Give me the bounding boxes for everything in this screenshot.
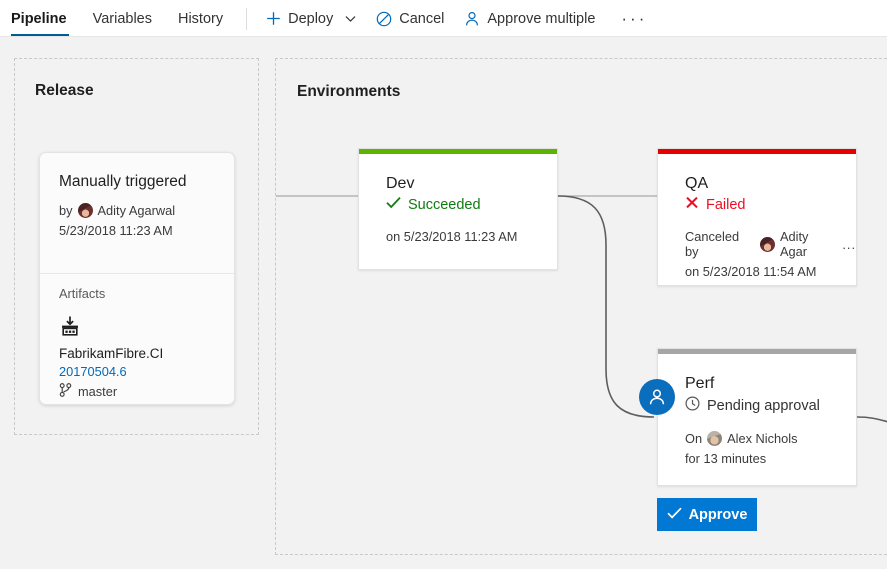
environment-card-perf[interactable]: Perf Pending approval On Alex Nichols fo… (657, 348, 857, 486)
release-panel: Release Manually triggered by Adity Agar… (14, 58, 259, 435)
tab-variables-label: Variables (93, 11, 152, 27)
perf-status-text: Pending approval (707, 398, 820, 414)
top-toolbar: Pipeline Variables History Deploy Cancel (0, 0, 887, 37)
perf-status-row: Pending approval (685, 396, 856, 415)
approve-button[interactable]: Approve (657, 498, 757, 531)
person-icon (647, 387, 667, 407)
qa-status-row: Failed (685, 196, 856, 213)
cancel-label: Cancel (399, 11, 444, 27)
build-artifact-icon (59, 315, 218, 342)
environments-panel: Environments Dev Succeeded on 5/23/2018 … (275, 58, 887, 555)
release-trigger-title: Manually triggered (59, 173, 215, 191)
approve-multiple-label: Approve multiple (487, 11, 595, 27)
artifact-branch-row: master (59, 383, 218, 400)
release-artifacts-section: Artifacts FabrikamFibre.CI 20170504.6 (59, 286, 218, 400)
artifacts-label: Artifacts (59, 286, 218, 301)
by-label: by (59, 203, 73, 218)
plus-icon (266, 11, 281, 26)
avatar-alex-nichols (707, 431, 722, 446)
dev-status-row: Succeeded (386, 196, 557, 213)
dev-name: Dev (386, 175, 557, 193)
release-user-name: Adity Agarwal (98, 203, 176, 218)
cancel-button[interactable]: Cancel (366, 0, 454, 37)
artifact-version-link[interactable]: 20170504.6 (59, 364, 127, 379)
perf-pending-on-row: On Alex Nichols (685, 431, 856, 446)
clock-icon (685, 396, 700, 415)
qa-canceled-prefix: Canceled by (685, 229, 755, 259)
perf-status-bar (658, 349, 856, 354)
perf-name: Perf (685, 375, 856, 393)
more-options-button[interactable]: ··· (609, 0, 659, 37)
dev-card-content: Dev Succeeded on 5/23/2018 11:23 AM (359, 149, 557, 244)
release-card-divider (40, 273, 234, 274)
deploy-label: Deploy (288, 11, 333, 27)
branch-name: master (78, 384, 117, 399)
perf-card-content: Perf Pending approval On Alex Nichols fo… (658, 349, 856, 466)
dev-timestamp: on 5/23/2018 11:23 AM (386, 229, 557, 244)
perf-duration: for 13 minutes (685, 451, 856, 466)
perf-approver-name: Alex Nichols (727, 431, 797, 446)
tab-variables[interactable]: Variables (80, 0, 165, 37)
x-icon (685, 196, 699, 213)
branch-icon (59, 383, 72, 400)
environment-card-dev[interactable]: Dev Succeeded on 5/23/2018 11:23 AM (358, 148, 558, 270)
qa-name: QA (685, 175, 856, 193)
approve-button-label: Approve (689, 507, 748, 523)
artifact-name: FabrikamFibre.CI (59, 346, 218, 361)
qa-user-name: Adity Agar (780, 229, 837, 259)
toolbar-divider (246, 8, 247, 30)
cancel-icon (376, 11, 392, 27)
check-icon (667, 507, 682, 523)
tab-pipeline-label: Pipeline (11, 11, 67, 27)
release-triggered-by-row: by Adity Agarwal (59, 203, 215, 218)
dev-status-bar (359, 149, 557, 154)
perf-on-prefix: On (685, 431, 702, 446)
avatar-adity-agarwal (760, 237, 775, 252)
environments-panel-title: Environments (297, 83, 400, 101)
tab-pipeline[interactable]: Pipeline (0, 0, 80, 37)
person-icon (464, 11, 480, 27)
qa-canceled-by-row: Canceled by Adity Agar ... (685, 229, 856, 259)
release-card[interactable]: Manually triggered by Adity Agarwal 5/23… (39, 152, 235, 405)
approve-multiple-button[interactable]: Approve multiple (454, 0, 605, 37)
release-card-header: Manually triggered by Adity Agarwal 5/23… (40, 153, 234, 238)
qa-timestamp: on 5/23/2018 11:54 AM (685, 264, 856, 279)
deploy-button[interactable]: Deploy (256, 0, 366, 37)
avatar-adity-agarwal (78, 203, 93, 218)
check-icon (386, 196, 401, 213)
dev-status-text: Succeeded (408, 197, 481, 213)
tab-history-label: History (178, 11, 223, 27)
qa-status-bar (658, 149, 856, 154)
release-panel-title: Release (35, 82, 94, 100)
approval-pending-badge[interactable] (639, 379, 675, 415)
release-date: 5/23/2018 11:23 AM (59, 223, 215, 238)
toolbar-bottom-border (0, 36, 887, 37)
qa-user-truncation: ... (842, 237, 856, 252)
environment-card-qa[interactable]: QA Failed Canceled by Adity Agar ... on … (657, 148, 857, 286)
qa-card-content: QA Failed Canceled by Adity Agar ... on … (658, 149, 856, 279)
tab-history[interactable]: History (165, 0, 236, 37)
qa-status-text: Failed (706, 197, 746, 213)
chevron-down-icon[interactable] (345, 15, 356, 23)
